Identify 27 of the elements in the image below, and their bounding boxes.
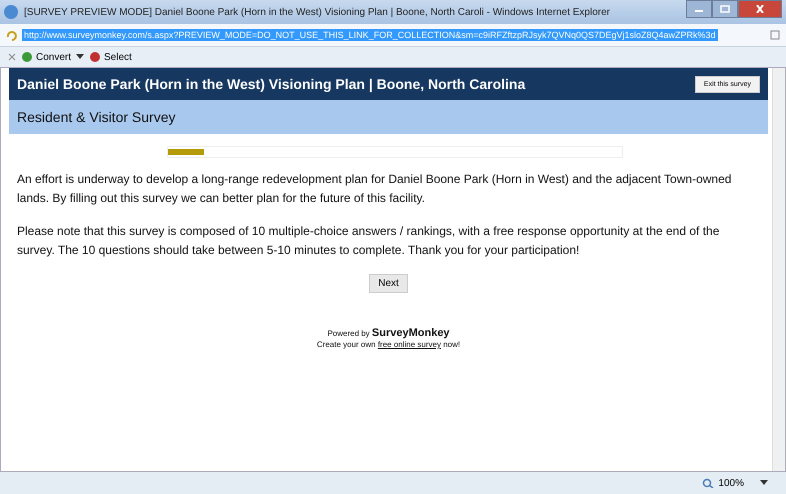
zoom-level[interactable]: 100%	[718, 478, 744, 488]
maximize-icon[interactable]	[720, 5, 730, 13]
toolbar-button[interactable]: Select	[89, 51, 132, 63]
survey-title: Daniel Boone Park (Horn in the West) Visioning Plan | Boone, North Carolina	[17, 76, 526, 92]
refresh-icon[interactable]	[6, 29, 18, 41]
scrollbar[interactable]	[772, 68, 785, 471]
zoom-icon[interactable]	[702, 478, 714, 488]
close-button[interactable]	[738, 0, 782, 18]
toolbar-icon[interactable]	[89, 51, 102, 63]
create-survey-text: Create your own	[316, 340, 376, 349]
page-title: Resident & Visitor Survey	[17, 109, 176, 125]
next-button[interactable]: Next	[369, 274, 408, 293]
toolbar-icon[interactable]	[21, 51, 33, 63]
free-survey-link[interactable]: free online survey	[378, 340, 441, 349]
close-toolbar-icon[interactable]	[8, 53, 16, 61]
caret-icon[interactable]	[76, 54, 84, 60]
caret-icon[interactable]	[760, 480, 768, 486]
maximize-button[interactable]	[712, 0, 738, 18]
powered-by-text: Powered by SurveyMonkey	[327, 327, 450, 339]
toolbar-button[interactable]: Convert	[21, 51, 72, 63]
page-icon[interactable]	[770, 30, 780, 40]
create-survey-text: now!	[443, 340, 460, 349]
intro-paragraph: Please note that this survey is composed of 10 multiple-choice answers / rankings, with a free response opportunity at the end of the survey. The 10 questions should take between 5-10 minutes to complete. Thank you for your participation!	[17, 223, 720, 259]
minimize-button[interactable]	[686, 0, 712, 18]
intro-paragraph: An effort is underway to develop a long-range redevelopment plan for Daniel Boone Park (Horn in West) and the adjacent Town-owned lands. By filling out this survey we can better plan for the future of this facility.	[17, 171, 732, 207]
close-icon[interactable]	[755, 5, 765, 13]
window-title: [SURVEY PREVIEW MODE] Daniel Boone Park (Horn in the West) Visioning Plan | Boone, North Caroli - Windows Internet Explorer	[24, 6, 611, 18]
